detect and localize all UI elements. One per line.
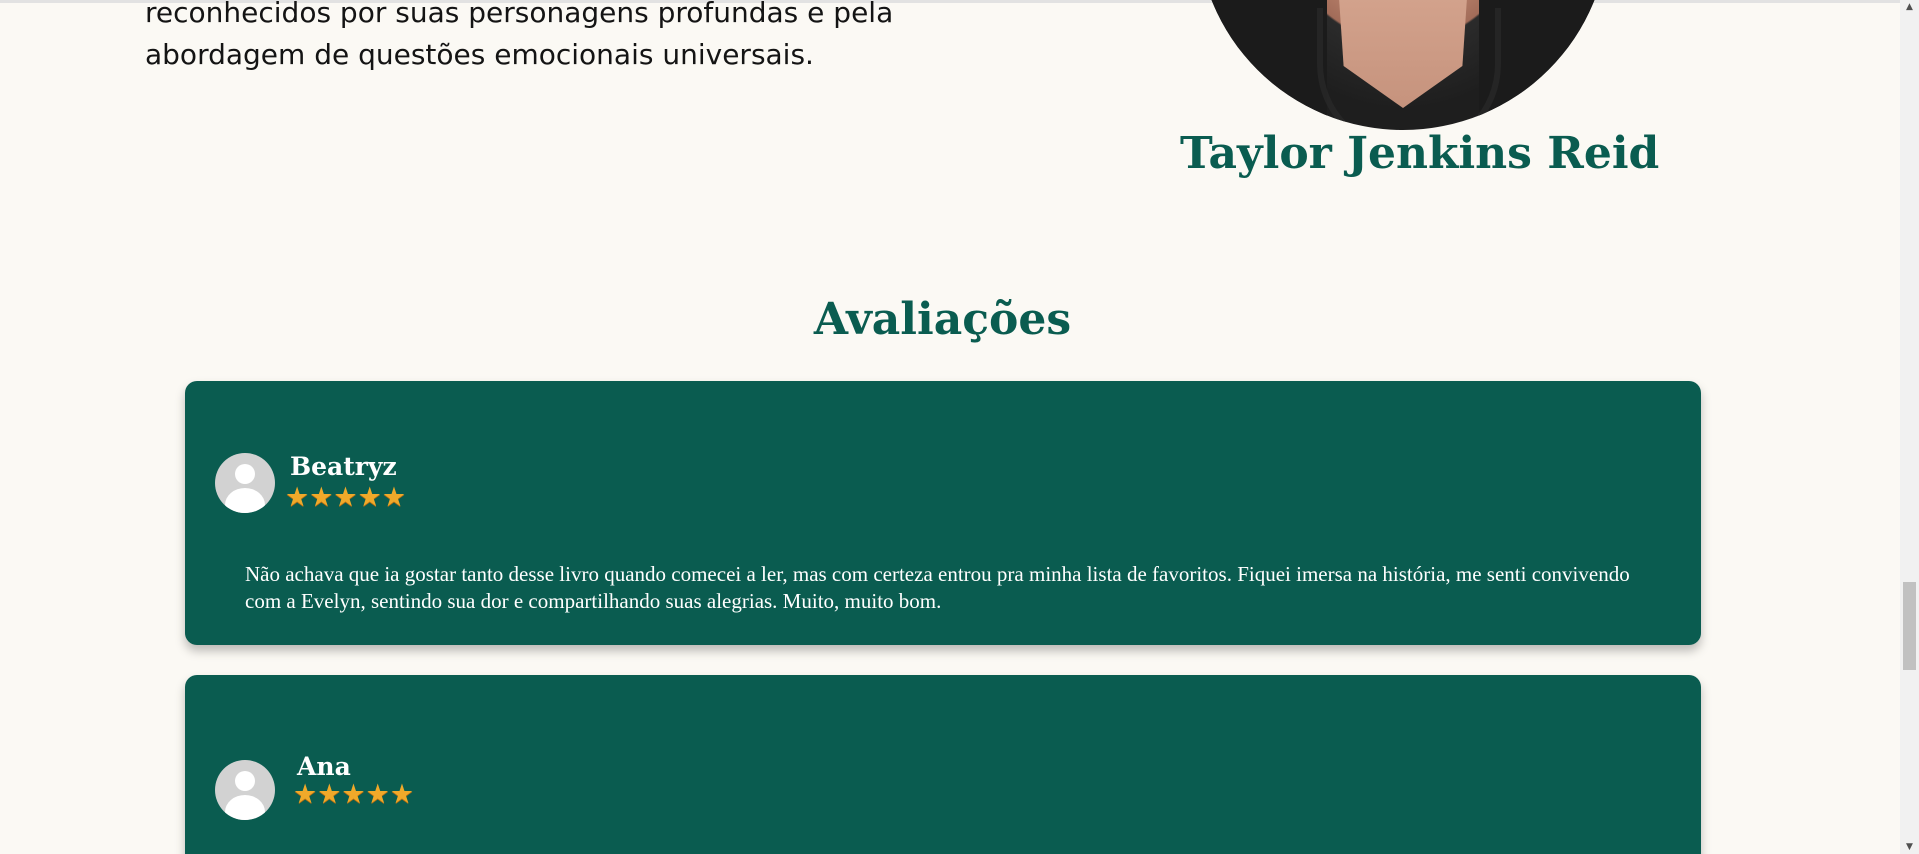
reviewer-name: Beatryz — [290, 452, 397, 481]
avatar-body — [225, 795, 265, 820]
scrollbar-thumb[interactable] — [1903, 582, 1916, 670]
reviewer-name: Ana — [297, 752, 351, 781]
review-card: Ana ★★★★★ — [185, 675, 1701, 854]
avatar-head — [235, 771, 255, 791]
reviews-title: Avaliações — [813, 294, 1072, 345]
avatar-body — [225, 488, 265, 513]
hair-shadow-left — [1197, 0, 1327, 130]
scroll-up-arrow-icon[interactable]: ▲ — [1900, 0, 1919, 14]
avatar-icon — [215, 453, 275, 513]
page: reconhecidos por suas personagens profun… — [0, 0, 1919, 854]
author-photo — [1197, 0, 1609, 130]
review-card: Beatryz ★★★★★ Não achava que ia gostar t… — [185, 381, 1701, 645]
review-text: Não achava que ia gostar tanto desse liv… — [245, 562, 1630, 613]
author-bio-text: reconhecidos por suas personagens profun… — [145, 0, 894, 71]
photo-collar — [1317, 8, 1501, 130]
scroll-down-arrow-icon[interactable]: ▼ — [1900, 840, 1919, 854]
star-rating-icon: ★★★★★ — [285, 482, 407, 513]
vertical-scrollbar[interactable]: ▲ ▼ — [1900, 0, 1919, 854]
avatar-icon — [215, 760, 275, 820]
author-name: Taylor Jenkins Reid — [1180, 128, 1660, 179]
avatar-head — [235, 464, 255, 484]
star-rating-icon: ★★★★★ — [293, 779, 415, 810]
